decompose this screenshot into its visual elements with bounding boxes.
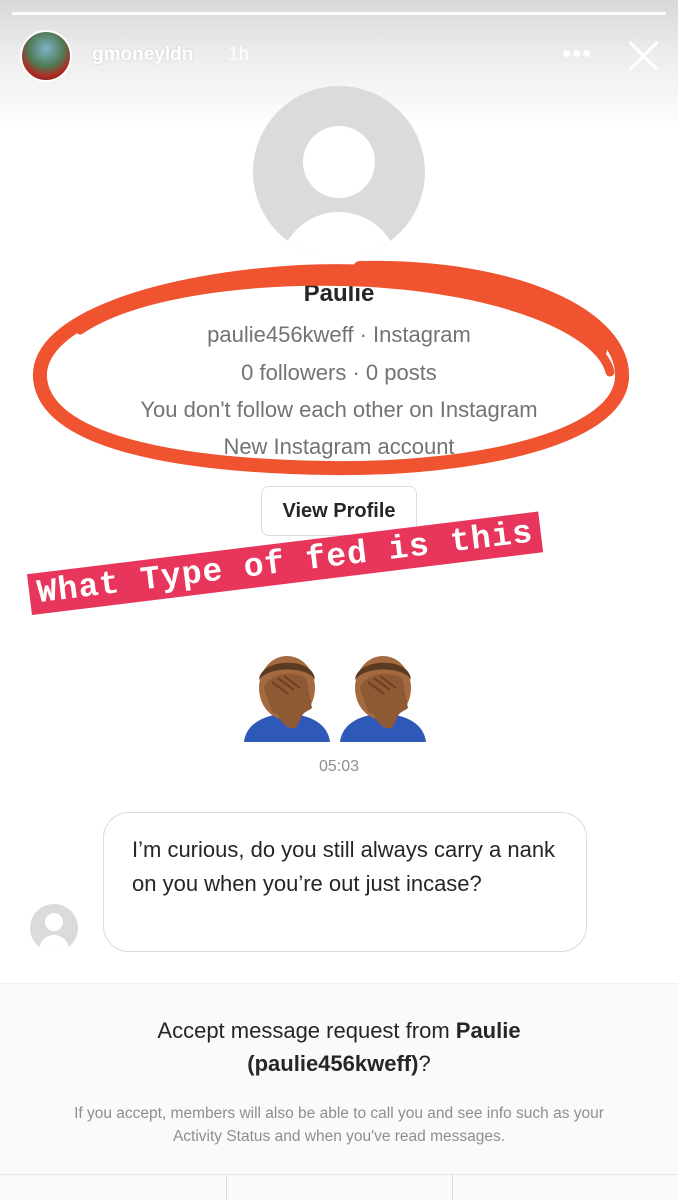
accept-title-handle: (paulie456kweff) [247, 1051, 419, 1076]
profile-new-account-line: New Instagram account [223, 434, 455, 459]
close-icon[interactable] [626, 38, 662, 74]
sender-avatar[interactable] [30, 904, 78, 952]
accept-request-note: If you accept, members will also be able… [74, 1105, 604, 1145]
profile-stats-line: 0 followers · 0 posts [241, 360, 437, 385]
accept-title-name: Paulie [455, 1018, 521, 1043]
incoming-message-bubble[interactable]: I’m curious, do you still always carry a… [103, 812, 587, 952]
profile-handle-line: paulie456kweff · Instagram [207, 322, 471, 347]
accept-request-title: Accept message request from Paulie (pauli… [0, 1014, 678, 1080]
profile-name: Paulie [303, 280, 375, 307]
more-dots-icon[interactable]: ••• [562, 38, 592, 69]
facepalm-emoji-icon [244, 656, 330, 742]
story-username[interactable]: gmoneyldn [92, 44, 193, 66]
accept-title-suffix: ? [418, 1051, 431, 1076]
story-user-avatar[interactable] [20, 30, 72, 82]
avatar-head-shape [303, 126, 375, 198]
action-divider [226, 1174, 227, 1200]
story-timestamp: 1h [228, 44, 250, 65]
profile-follow-line: You don't follow each other on Instagram [140, 397, 538, 422]
avatar-body-shape [39, 935, 69, 952]
facepalm-emoji-icon [340, 656, 426, 742]
action-divider [452, 1174, 453, 1200]
story-screen: paulie456kweff i gmoneyldn 1h ••• Paulie… [0, 0, 678, 1200]
avatar-body-shape [279, 212, 399, 258]
story-progress-fill [12, 12, 666, 15]
story-progress-bar [12, 12, 666, 15]
profile-avatar-placeholder [253, 86, 425, 258]
message-timestamp: 05:03 [318, 758, 360, 775]
action-bar-divider [0, 1174, 678, 1175]
avatar-head-shape [45, 913, 63, 931]
accept-title-prefix: Accept message request from [157, 1018, 456, 1043]
message-request-panel: Accept message request from Paulie (pauli… [0, 983, 678, 1200]
